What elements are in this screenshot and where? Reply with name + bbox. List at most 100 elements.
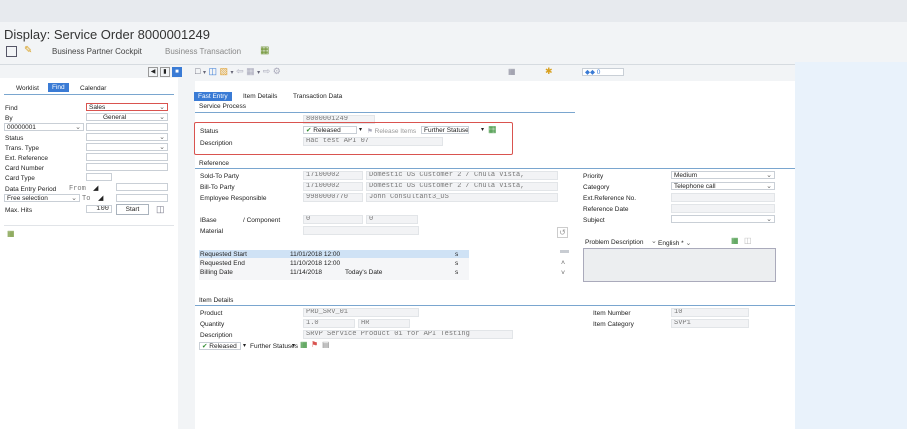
left-panel: Worklist Find Calendar Find Sales ⌄ By Ge… xyxy=(0,78,178,429)
tab-find[interactable]: Find xyxy=(48,83,69,92)
date-picker-icon[interactable]: ◢ xyxy=(93,184,98,192)
sequence-field[interactable]: ◆◆ 0 xyxy=(582,68,624,76)
tab-transaction-data[interactable]: Transaction Data xyxy=(289,92,346,101)
language-select[interactable]: English * ⌄ xyxy=(658,239,691,247)
item-number-label: Item Number xyxy=(593,310,631,317)
edit-icon[interactable]: ✎ xyxy=(24,45,32,56)
item-further-statuses-button[interactable]: Further Statuses xyxy=(250,343,298,350)
product-field: PRD_SRV_01 xyxy=(303,308,419,317)
status-select[interactable]: ⌄ xyxy=(86,133,168,141)
forward-icon[interactable]: ⇨ xyxy=(263,66,271,77)
find-select[interactable]: Sales ⌄ xyxy=(86,103,168,111)
id-input[interactable] xyxy=(86,123,168,131)
tab-calendar[interactable]: Calendar xyxy=(76,84,110,93)
dropdown-icon[interactable]: ▾ xyxy=(359,126,362,133)
requested-start-label: Requested Start xyxy=(200,251,247,258)
side-panel xyxy=(795,62,907,429)
delete-text-icon[interactable]: ◫ xyxy=(744,236,752,245)
copy-icon[interactable]: ◫ xyxy=(208,66,217,77)
by-label: By xyxy=(5,115,13,122)
service-process-line xyxy=(195,112,575,113)
card-type-input[interactable] xyxy=(86,173,112,181)
by-select[interactable]: General ⌄ xyxy=(86,113,168,121)
free-selection-select[interactable]: Free selection ⌄ xyxy=(4,194,80,202)
bill-to-name: Domestic US Customer 2 / Chula Vista, xyxy=(366,182,558,191)
from-label: From xyxy=(69,185,86,193)
quantity-label: Quantity xyxy=(200,321,225,328)
category-select[interactable]: Telephone call ⌄ xyxy=(671,182,775,190)
overview-icon[interactable] xyxy=(6,46,17,57)
ext-reference-input[interactable] xyxy=(86,153,168,161)
by-value: General xyxy=(103,114,127,121)
hierarchy-icon[interactable]: ⚙ xyxy=(273,66,281,77)
release-items-button[interactable]: ⚑ Release Items xyxy=(367,127,416,135)
reference-date-field xyxy=(671,204,775,213)
tab-worklist[interactable]: Worklist xyxy=(12,84,43,93)
refresh-icon[interactable]: ↺ xyxy=(557,227,568,238)
status-details-icon[interactable]: ▦ xyxy=(488,124,497,135)
new-icon[interactable]: □ xyxy=(195,66,200,76)
trash-icon[interactable]: ◫ xyxy=(156,204,165,215)
further-statuses-button[interactable]: Further Statuses xyxy=(421,126,469,134)
collapse-icon[interactable]: ▮ xyxy=(159,67,170,77)
date-picker-icon[interactable]: ◢ xyxy=(98,194,103,202)
card-number-label: Card Number xyxy=(5,165,45,172)
find-label: Find xyxy=(5,105,18,112)
chevron-down-icon: ⌄ xyxy=(159,104,165,111)
max-hits-input[interactable]: 100 xyxy=(86,205,112,213)
tools-icon[interactable]: ✱ xyxy=(545,66,553,77)
fullscreen-icon[interactable]: ■ xyxy=(171,67,182,77)
color-icon[interactable]: ▧ xyxy=(220,66,229,77)
business-transaction-button[interactable]: Business Transaction xyxy=(165,47,241,56)
item-description-label: Description xyxy=(200,332,233,339)
tab-item-details[interactable]: Item Details xyxy=(239,92,281,101)
business-partner-cockpit-button[interactable]: Business Partner Cockpit xyxy=(52,47,142,56)
item-status-select[interactable]: ✔ Released xyxy=(199,342,241,350)
reference-title: Reference xyxy=(199,160,229,167)
settings-icon[interactable]: ▦ xyxy=(508,67,516,76)
flag-icon[interactable]: ⚑ xyxy=(311,340,318,349)
list-icon[interactable]: ▦ xyxy=(7,229,15,238)
billing-date-label: Billing Date xyxy=(200,269,233,276)
dropdown-icon[interactable]: ▾ xyxy=(257,69,260,76)
description-field: Hac test API 07 xyxy=(303,137,443,146)
problem-description-textarea[interactable] xyxy=(583,248,776,282)
item-details-icon[interactable]: ▦ xyxy=(300,340,308,349)
tab-fast-entry[interactable]: Fast Entry xyxy=(194,92,232,101)
status-select[interactable]: ✔ Released xyxy=(303,126,357,134)
id-select[interactable]: 00000001 ⌄ xyxy=(4,123,84,131)
sold-to-name: Domestic US Customer 2 / Chula Vista, xyxy=(366,171,558,180)
chevron-down-icon[interactable]: ⌄ xyxy=(651,237,657,245)
app-toolbar: ✎ Business Partner Cockpit Business Tran… xyxy=(0,42,907,62)
start-button[interactable]: Start xyxy=(116,204,149,215)
dropdown-icon[interactable]: ▾ xyxy=(481,126,484,133)
dropdown-icon[interactable]: ▾ xyxy=(203,69,206,76)
priority-select[interactable]: Medium ⌄ xyxy=(671,171,775,179)
text-details-icon[interactable]: ▦ xyxy=(731,236,739,245)
from-date-input[interactable] xyxy=(116,183,168,191)
item-status-value: Released xyxy=(209,343,237,350)
trans-type-select[interactable]: ⌄ xyxy=(86,143,168,151)
dropdown-icon[interactable]: ▾ xyxy=(243,342,246,349)
first-page-icon[interactable]: ◀ xyxy=(148,67,158,77)
employee-name: John Consultant3_US xyxy=(366,193,558,202)
grid-icon[interactable]: ▦ xyxy=(246,66,255,77)
toolbar-divider xyxy=(0,64,907,65)
subject-select[interactable]: ⌄ xyxy=(671,215,775,223)
requested-end-label: Requested End xyxy=(200,260,245,267)
chevron-up-icon[interactable]: ˄ xyxy=(561,260,565,267)
card-number-input[interactable] xyxy=(86,163,168,171)
back-icon[interactable]: ⇦ xyxy=(236,66,244,77)
transaction-icon[interactable]: ▦ xyxy=(260,45,269,56)
status-label: Status xyxy=(5,135,24,142)
chevron-down-icon[interactable]: ˅ xyxy=(561,270,565,277)
chevron-down-icon: ⌄ xyxy=(766,216,772,223)
to-date-input[interactable] xyxy=(116,194,168,202)
find-value: Sales xyxy=(89,104,106,111)
text-icon[interactable]: ▤ xyxy=(322,340,330,349)
scroll-handle[interactable] xyxy=(560,250,569,253)
requested-end-value: 11/10/2018 12:00 xyxy=(290,260,341,267)
dropdown-icon[interactable]: ▾ xyxy=(292,342,295,349)
dropdown-icon[interactable]: ▾ xyxy=(231,69,234,76)
dates-scrollbar[interactable]: ˄ ˅ xyxy=(560,250,569,281)
